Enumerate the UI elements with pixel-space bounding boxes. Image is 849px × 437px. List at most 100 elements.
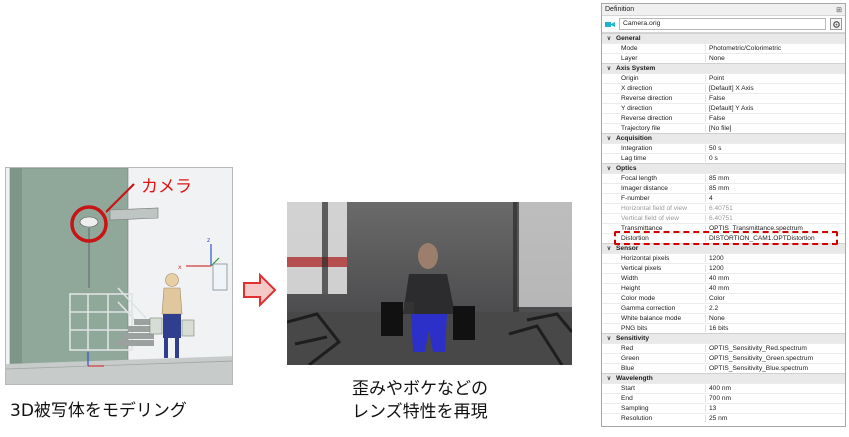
property-value[interactable]: None (705, 315, 845, 322)
pin-icon[interactable]: ⊞ (836, 6, 842, 14)
chevron-down-icon[interactable]: ∨ (602, 65, 616, 72)
property-key: Reverse direction (621, 95, 673, 102)
property-value[interactable]: 6.40751 (705, 215, 845, 222)
property-value[interactable]: 1200 (705, 255, 845, 262)
property-value[interactable]: 40 mm (705, 285, 845, 292)
property-row[interactable]: Red OPTIS_Sensitivity_Red.spectrum (602, 343, 845, 353)
property-row[interactable]: Horizontal field of view 6.40751 (602, 203, 845, 213)
section-header[interactable]: ∨ Sensor (602, 243, 845, 253)
chevron-down-icon[interactable]: ∨ (602, 375, 616, 382)
property-value[interactable]: [Default] Y Axis (705, 105, 845, 112)
property-row[interactable]: PNG bits 16 bits (602, 323, 845, 333)
chevron-down-icon[interactable]: ∨ (602, 335, 616, 342)
property-row[interactable]: Distortion DISTORTION_CAM1.OPTDistortion (602, 233, 845, 243)
chevron-down-icon[interactable]: ∨ (602, 35, 616, 42)
simulated-camera-image (287, 202, 572, 365)
property-key: Reverse direction (621, 115, 673, 122)
property-value[interactable]: 700 nm (705, 395, 845, 402)
property-row[interactable]: Sampling 13 (602, 403, 845, 413)
property-value[interactable]: Photometric/Colorimetric (705, 45, 845, 52)
middle-caption-line1: 歪みやボケなどの (352, 379, 488, 399)
property-key: X direction (621, 85, 653, 92)
property-key: Horizontal field of view (621, 205, 687, 212)
property-row[interactable]: Vertical pixels 1200 (602, 263, 845, 273)
property-key: Trajectory file (621, 125, 661, 132)
property-value[interactable]: OPTIS_Sensitivity_Blue.spectrum (705, 365, 845, 372)
section-title: Sensitivity (616, 335, 649, 342)
property-grid: ∨ General Mode Photometric/Colorimetric Laye… (602, 33, 845, 423)
property-row[interactable]: Gamma correction 2.2 (602, 303, 845, 313)
property-value[interactable]: DISTORTION_CAM1.OPTDistortion (705, 235, 845, 242)
property-value[interactable]: False (705, 115, 845, 122)
property-row[interactable]: White balance mode None (602, 313, 845, 323)
property-row[interactable]: Start 400 nm (602, 383, 845, 393)
property-value[interactable]: Point (705, 75, 845, 82)
property-value[interactable]: [Default] X Axis (705, 85, 845, 92)
property-key: Transmittance (621, 225, 663, 232)
camera-name-row: Camera.orig (602, 16, 845, 33)
section-header[interactable]: ∨ Axis System (602, 63, 845, 73)
property-row[interactable]: Imager distance 85 mm (602, 183, 845, 193)
property-row[interactable]: X direction [Default] X Axis (602, 83, 845, 93)
property-value[interactable]: False (705, 95, 845, 102)
property-row[interactable]: F-number 4 (602, 193, 845, 203)
property-key: Vertical field of view (621, 215, 679, 222)
property-row[interactable]: Focal length 85 mm (602, 173, 845, 183)
property-row[interactable]: Green OPTIS_Sensitivity_Green.spectrum (602, 353, 845, 363)
section-header[interactable]: ∨ Sensitivity (602, 333, 845, 343)
property-row[interactable]: Mode Photometric/Colorimetric (602, 43, 845, 53)
property-row[interactable]: Vertical field of view 6.40751 (602, 213, 845, 223)
property-value[interactable]: OPTIS_Transmittance.spectrum (705, 225, 845, 232)
property-value[interactable]: [No file] (705, 125, 845, 132)
property-value[interactable]: 400 nm (705, 385, 845, 392)
property-value[interactable]: OPTIS_Sensitivity_Red.spectrum (705, 345, 845, 352)
camera-icon (605, 21, 615, 27)
property-key: Horizontal pixels (621, 255, 670, 262)
property-value[interactable]: None (705, 55, 845, 62)
slide-root: z x カメラ 3D被写体をモデリング 歪みやボケなどの レンズ特性を再現 De… (0, 0, 849, 437)
section-header[interactable]: ∨ Acquisition (602, 133, 845, 143)
property-row[interactable]: Reverse direction False (602, 113, 845, 123)
settings-gear-button[interactable] (830, 18, 842, 30)
property-value[interactable]: 16 bits (705, 325, 845, 332)
property-row[interactable]: Y direction [Default] Y Axis (602, 103, 845, 113)
property-value[interactable]: 4 (705, 195, 845, 202)
property-key: Width (621, 275, 638, 282)
section-header[interactable]: ∨ Wavelength (602, 373, 845, 383)
property-value[interactable]: 25 nm (705, 415, 845, 422)
property-row[interactable]: Lag time 0 s (602, 153, 845, 163)
property-value[interactable]: Color (705, 295, 845, 302)
property-row[interactable]: Trajectory file [No file] (602, 123, 845, 133)
property-row[interactable]: Layer None (602, 53, 845, 63)
property-row[interactable]: Height 40 mm (602, 283, 845, 293)
section-header[interactable]: ∨ General (602, 33, 845, 43)
property-row[interactable]: Blue OPTIS_Sensitivity_Blue.spectrum (602, 363, 845, 373)
property-value[interactable]: 40 mm (705, 275, 845, 282)
property-key: Green (621, 355, 640, 362)
property-value[interactable]: 6.40751 (705, 205, 845, 212)
property-row[interactable]: Reverse direction False (602, 93, 845, 103)
property-row[interactable]: Width 40 mm (602, 273, 845, 283)
property-row[interactable]: Color mode Color (602, 293, 845, 303)
chevron-down-icon[interactable]: ∨ (602, 245, 616, 252)
property-value[interactable]: 2.2 (705, 305, 845, 312)
property-row[interactable]: End 700 nm (602, 393, 845, 403)
property-row[interactable]: Horizontal pixels 1200 (602, 253, 845, 263)
property-value[interactable]: 85 mm (705, 185, 845, 192)
property-value[interactable]: 85 mm (705, 175, 845, 182)
chevron-down-icon[interactable]: ∨ (602, 135, 616, 142)
property-row[interactable]: Origin Point (602, 73, 845, 83)
scene-3d-illustration: z x カメラ (6, 168, 232, 384)
property-value[interactable]: 0 s (705, 155, 845, 162)
property-value[interactable]: 13 (705, 405, 845, 412)
property-key: Y direction (621, 105, 653, 112)
property-value[interactable]: 1200 (705, 265, 845, 272)
property-value[interactable]: OPTIS_Sensitivity_Green.spectrum (705, 355, 845, 362)
section-header[interactable]: ∨ Optics (602, 163, 845, 173)
property-row[interactable]: Resolution 25 nm (602, 413, 845, 423)
property-row[interactable]: Transmittance OPTIS_Transmittance.spectru… (602, 223, 845, 233)
property-value[interactable]: 50 s (705, 145, 845, 152)
chevron-down-icon[interactable]: ∨ (602, 165, 616, 172)
property-row[interactable]: Integration 50 s (602, 143, 845, 153)
camera-name-input[interactable]: Camera.orig (619, 18, 826, 30)
